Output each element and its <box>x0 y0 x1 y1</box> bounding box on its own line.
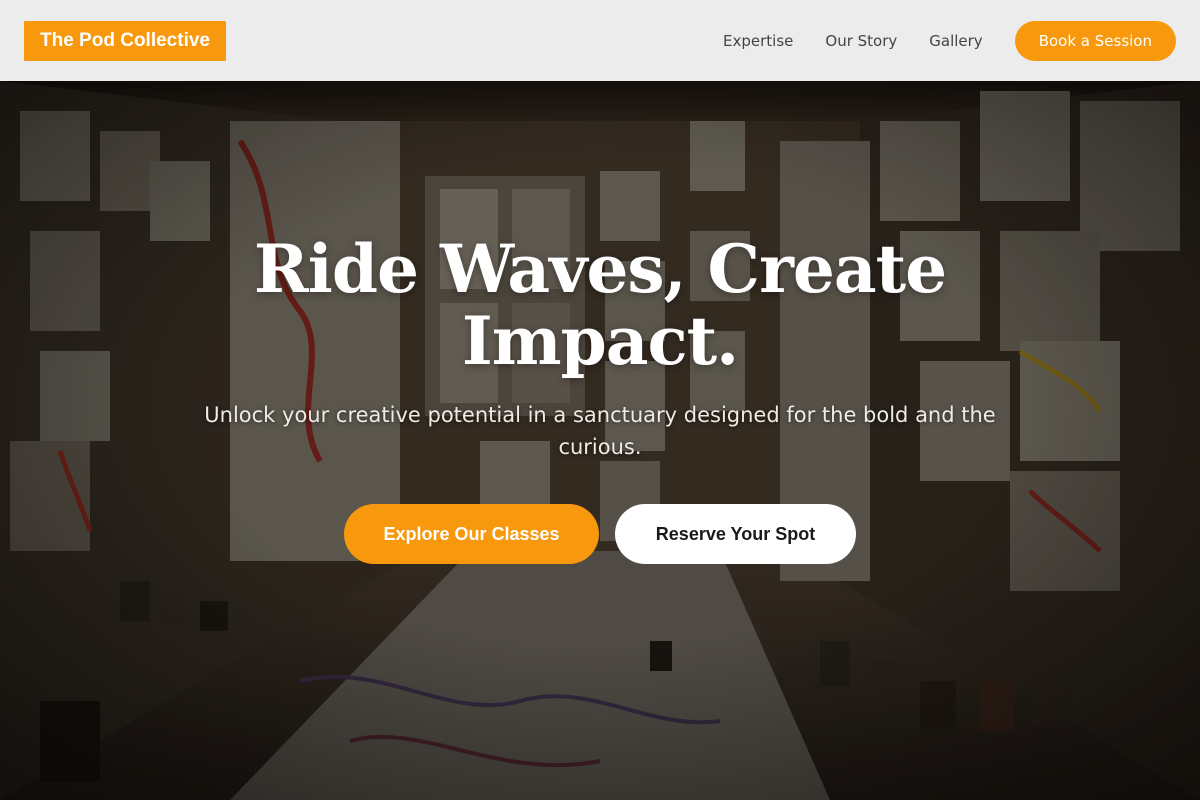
hero-section: Ride Waves, Create Impact. Unlock your c… <box>0 81 1200 800</box>
nav-link-gallery[interactable]: Gallery <box>929 32 982 50</box>
main-nav: Expertise Our Story Gallery Book a Sessi… <box>723 20 1176 61</box>
hero-subheadline: Unlock your creative potential in a sanc… <box>204 403 996 459</box>
hero-content: Ride Waves, Create Impact. Unlock your c… <box>0 81 1200 800</box>
reserve-spot-button[interactable]: Reserve Your Spot <box>615 504 856 564</box>
hero-cta-row: Explore Our Classes Reserve Your Spot <box>344 504 856 564</box>
site-header: The Pod Collective Expertise Our Story G… <box>0 0 1200 81</box>
nav-link-expertise[interactable]: Expertise <box>723 32 793 50</box>
nav-link-our-story[interactable]: Our Story <box>825 32 897 50</box>
brand-logo[interactable]: The Pod Collective <box>24 20 226 61</box>
hero-headline: Ride Waves, Create Impact. <box>253 230 947 380</box>
explore-classes-button[interactable]: Explore Our Classes <box>344 504 599 564</box>
book-session-button[interactable]: Book a Session <box>1014 20 1176 61</box>
